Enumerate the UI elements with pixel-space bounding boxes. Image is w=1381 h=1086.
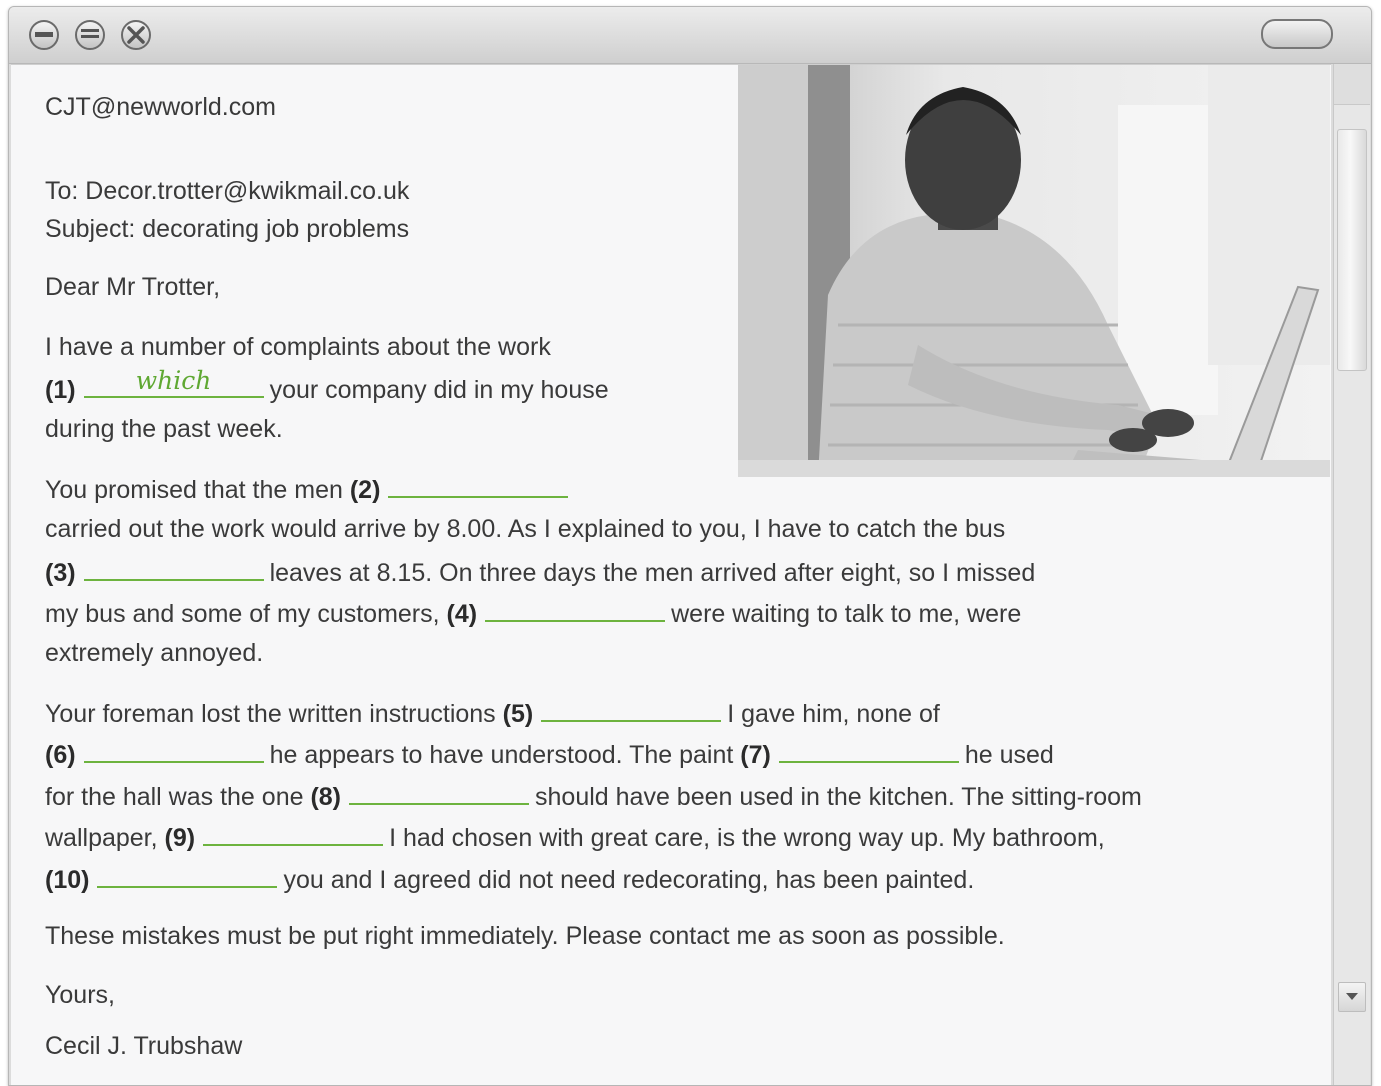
- text-segment: he appears to have understood. The paint: [269, 741, 734, 769]
- closing: Yours,: [45, 981, 115, 1009]
- vertical-scrollbar[interactable]: [1333, 64, 1370, 1085]
- subject-field: Subject: decorating job problems: [45, 215, 410, 243]
- gap-4-field[interactable]: [485, 592, 666, 622]
- paragraph-1-line-3: during the past week.: [45, 415, 283, 443]
- to-field: To: Decor.trotter@kwikmail.co.uk: [45, 177, 410, 205]
- gap-number: (1): [45, 376, 76, 404]
- text-segment: were waiting to talk to me, were: [671, 600, 1022, 628]
- signature: Cecil J. Trubshaw: [45, 1032, 243, 1060]
- text-segment: You promised that the men: [45, 476, 343, 504]
- paragraph-2-line-1: You promised that the men (2): [45, 468, 574, 511]
- paragraph-4: These mistakes must be put right immedia…: [45, 922, 1005, 950]
- paragraph-1-line-2: (1) which your company did in my house: [45, 366, 609, 411]
- chevron-down-icon: [1346, 993, 1358, 1000]
- gap-10-field[interactable]: [97, 858, 278, 888]
- maximize-icon: [81, 29, 99, 38]
- gap-8-field[interactable]: [349, 775, 530, 805]
- gap-1-field[interactable]: which: [83, 366, 264, 398]
- text-segment: I gave him, none of: [727, 700, 940, 728]
- text-segment: he used: [964, 741, 1054, 769]
- gap-3-field[interactable]: [83, 551, 264, 581]
- paragraph-3-line-5: (10) you and I agreed did not need redeco…: [45, 858, 974, 901]
- gap-1-answer: which: [135, 366, 212, 395]
- gap-number: (6): [45, 741, 76, 769]
- toolbar-toggle-button[interactable]: [1261, 19, 1333, 49]
- text-segment: should have been used in the kitchen. Th…: [535, 783, 1142, 811]
- text-segment: my bus and some of my customers,: [45, 600, 440, 628]
- text-segment: you and I agreed did not need redecorati…: [283, 866, 975, 894]
- sender-address: CJT@newworld.com: [45, 93, 276, 121]
- paragraph-3-line-2: (6) he appears to have understood. The pa…: [45, 733, 1054, 776]
- scrollbar-top: [1334, 64, 1370, 105]
- gap-7-field[interactable]: [778, 733, 959, 763]
- text-segment: I had chosen with great care, is the wro…: [389, 824, 1105, 852]
- gap-6-field[interactable]: [83, 733, 264, 763]
- gap-9-field[interactable]: [203, 816, 384, 846]
- scroll-down-button[interactable]: [1338, 982, 1366, 1012]
- email-body: CJT@newworld.com To: Decor.trotter@kwikm…: [11, 64, 1331, 1085]
- man-at-laptop-photo: [738, 65, 1330, 477]
- paragraph-3-line-3: for the hall was the one (8) should have …: [45, 775, 1142, 818]
- gap-number: (9): [164, 824, 196, 852]
- gap-number: (5): [502, 700, 534, 728]
- minimize-button[interactable]: [29, 20, 59, 50]
- close-icon: [127, 26, 145, 44]
- title-bar: [9, 7, 1371, 64]
- paragraph-2-line-5: extremely annoyed.: [45, 639, 264, 667]
- gap-number: (7): [740, 741, 771, 769]
- gap-number: (2): [349, 476, 381, 504]
- gap-number: (8): [310, 783, 342, 811]
- paragraph-3-line-4: wallpaper, (9) I had chosen with great ca…: [45, 816, 1105, 859]
- email-window: CJT@newworld.com To: Decor.trotter@kwikm…: [8, 6, 1372, 1086]
- gap-number: (3): [45, 559, 76, 587]
- paragraph-3-line-1: Your foreman lost the written instructio…: [45, 692, 940, 735]
- gap-number: (10): [45, 866, 90, 894]
- paragraph-1-line-1: I have a number of complaints about the …: [45, 333, 551, 361]
- text-segment: Your foreman lost the written instructio…: [45, 700, 496, 728]
- paragraph-2-line-2: carried out the work would arrive by 8.0…: [45, 515, 1006, 543]
- paragraph-2-line-4: my bus and some of my customers, (4) were…: [45, 592, 1021, 635]
- maximize-button[interactable]: [75, 20, 105, 50]
- gap-5-field[interactable]: [541, 692, 722, 722]
- paragraph-2-line-3: (3) leaves at 8.15. On three days the men…: [45, 551, 1035, 594]
- minimize-icon: [35, 32, 53, 37]
- text-segment: leaves at 8.15. On three days the men ar…: [269, 559, 1036, 587]
- close-button[interactable]: [121, 20, 151, 50]
- text-segment: for the hall was the one: [45, 783, 304, 811]
- scrollbar-thumb[interactable]: [1337, 129, 1367, 371]
- text-segment: your company did in my house: [269, 376, 609, 404]
- text-segment: wallpaper,: [45, 824, 158, 852]
- gap-number: (4): [446, 600, 478, 628]
- greeting: Dear Mr Trotter,: [45, 273, 221, 301]
- gap-2-field[interactable]: [388, 468, 569, 498]
